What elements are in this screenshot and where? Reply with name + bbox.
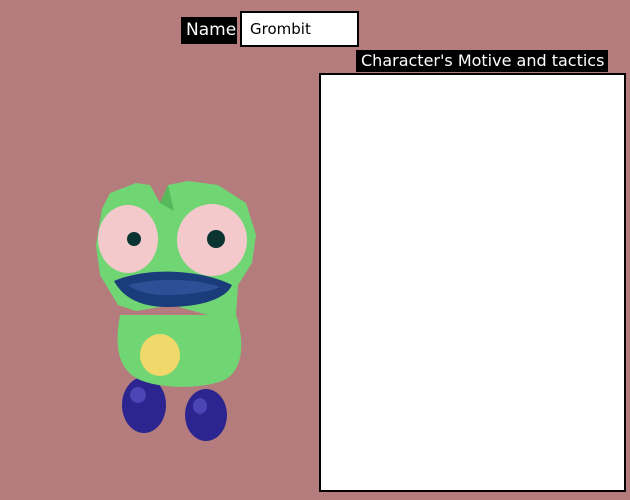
name-input[interactable] [240,11,359,47]
frog-character-icon [96,181,256,441]
right-pupil [207,230,225,248]
name-label: Name [181,17,237,44]
left-pupil [127,232,141,246]
left-foot [122,377,166,433]
motive-textarea[interactable] [319,73,626,492]
motive-label: Character's Motive and tactics [356,50,608,72]
right-foot-highlight [193,398,207,414]
right-foot [185,389,227,441]
belly-spot [140,334,180,376]
left-foot-highlight [130,387,146,403]
